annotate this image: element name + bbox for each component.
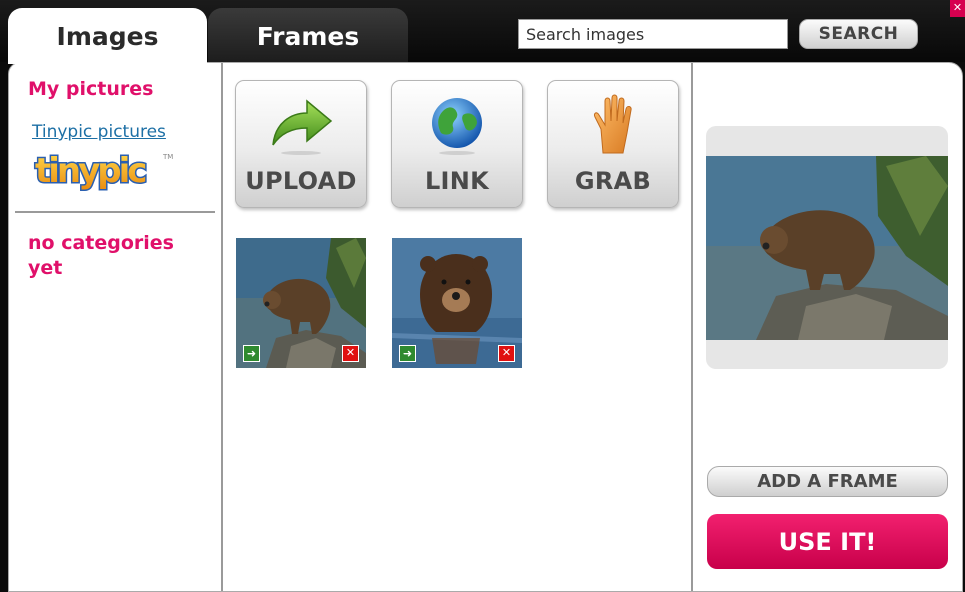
grab-button-label: GRAB (574, 167, 652, 195)
image-thumbnail[interactable]: ➜ ✕ (236, 238, 366, 368)
link-button[interactable]: LINK (391, 80, 523, 208)
upload-button-label: UPLOAD (245, 167, 357, 195)
preview-panel: ADD A FRAME USE IT! (693, 63, 964, 591)
my-pictures-heading[interactable]: My pictures (28, 78, 153, 100)
no-categories-text: no categories yet (28, 232, 174, 279)
grab-button[interactable]: GRAB (547, 80, 679, 208)
sidebar: My pictures Tinypic pictures tinypic TM … (9, 63, 223, 591)
search-input[interactable] (518, 19, 788, 49)
search-button[interactable]: SEARCH (799, 19, 918, 49)
sidebar-divider (15, 211, 215, 213)
delete-icon[interactable]: ✕ (498, 345, 515, 362)
tinypic-logo-text: tinypic (35, 151, 145, 191)
tinypic-tm: TM (162, 153, 173, 161)
close-icon[interactable]: ✕ (950, 0, 965, 17)
arrow-icon[interactable]: ➜ (243, 345, 260, 362)
tab-frames[interactable]: Frames (208, 8, 408, 64)
use-it-button[interactable]: USE IT! (707, 514, 948, 569)
tab-images[interactable]: Images (8, 8, 207, 64)
arrow-right-icon (236, 89, 366, 161)
tab-frames-label: Frames (256, 21, 360, 51)
top-bar: Images Frames SEARCH ✕ (0, 0, 965, 64)
image-thumbnail[interactable]: ➜ ✕ (392, 238, 522, 368)
link-button-label: LINK (424, 167, 490, 195)
upload-button[interactable]: UPLOAD (235, 80, 367, 208)
main-panel: My pictures Tinypic pictures tinypic TM … (8, 62, 963, 592)
arrow-icon[interactable]: ➜ (399, 345, 416, 362)
tab-images-label: Images (56, 21, 159, 51)
add-a-frame-button[interactable]: ADD A FRAME (707, 466, 948, 497)
bear-on-rocks-preview (706, 156, 948, 340)
hand-icon (548, 89, 678, 161)
delete-icon[interactable]: ✕ (342, 345, 359, 362)
globe-icon (392, 89, 522, 161)
image-gallery: UPLOAD LINK GRAB ➜ ✕ ➜ ✕ (223, 63, 693, 591)
tinypic-pictures-link[interactable]: Tinypic pictures (32, 122, 166, 142)
image-preview (706, 126, 948, 369)
tinypic-logo[interactable]: tinypic TM (31, 147, 176, 192)
